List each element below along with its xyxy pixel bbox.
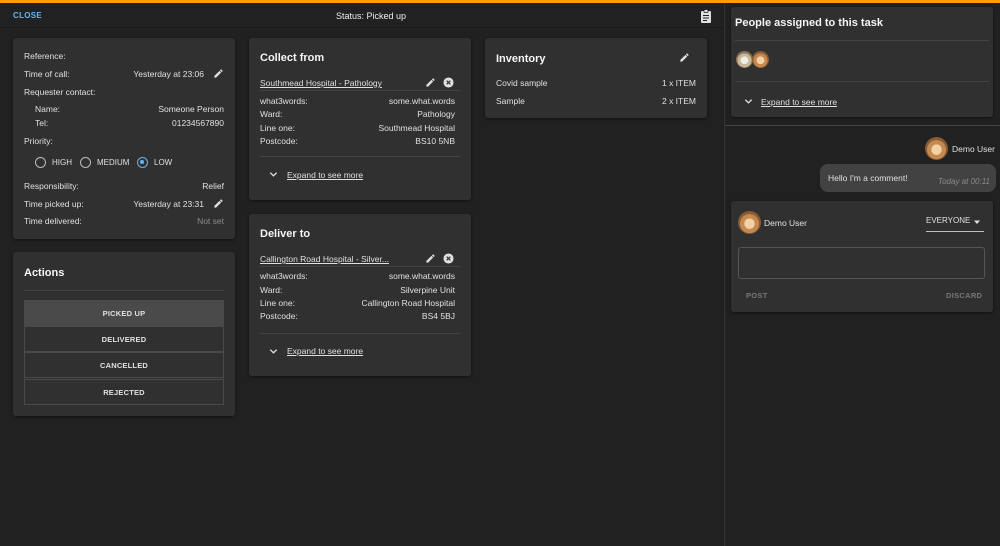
comment-timestamp: Today at 00:11 bbox=[937, 177, 990, 186]
visibility-underline bbox=[926, 231, 984, 232]
collect-postcode-value: BS10 5NB bbox=[415, 136, 455, 146]
name-label: Name: bbox=[35, 104, 61, 114]
priority-high-label: HIGH bbox=[52, 158, 72, 167]
collect-ward-value: Pathology bbox=[417, 109, 455, 119]
deliver-line-one-value: Callington Road Hospital bbox=[361, 298, 455, 308]
time-picked-up-label: Time picked up: bbox=[24, 199, 84, 209]
collect-ward-label: Ward: bbox=[260, 109, 283, 119]
inventory-item-qty: 1 x ITEM bbox=[661, 78, 696, 88]
details-card: Reference: Time of call: Yesterday at 23… bbox=[13, 38, 235, 239]
assigned-card: People assigned to this task Expand to s… bbox=[731, 7, 993, 117]
assignee-avatar[interactable] bbox=[752, 51, 769, 68]
discard-button[interactable]: DISCARD bbox=[946, 291, 982, 300]
cancelled-button[interactable]: CANCELLED bbox=[24, 352, 224, 378]
chevron-down-icon[interactable] bbox=[269, 170, 278, 179]
comment-author-name: Demo User bbox=[952, 144, 995, 154]
current-user-avatar bbox=[738, 211, 761, 234]
requester-contact-label: Requester contact: bbox=[24, 87, 96, 97]
edit-inventory-pencil-icon[interactable] bbox=[679, 52, 690, 63]
inventory-item-name: Sample bbox=[496, 96, 525, 106]
reference-label: Reference: bbox=[24, 51, 66, 61]
clipboard-icon[interactable] bbox=[700, 9, 712, 23]
responsibility-label: Responsibility: bbox=[24, 181, 79, 191]
deliver-postcode-label: Postcode: bbox=[260, 311, 298, 321]
deliver-to-card: Deliver to Callington Road Hospital - Si… bbox=[249, 214, 471, 376]
priority-low-radio[interactable] bbox=[137, 157, 148, 168]
collect-divider bbox=[260, 90, 460, 91]
edit-deliver-location-pencil-icon[interactable] bbox=[425, 253, 436, 264]
comment-input[interactable] bbox=[738, 247, 985, 279]
priority-high-radio[interactable] bbox=[35, 157, 46, 168]
actions-title: Actions bbox=[24, 267, 65, 279]
priority-label: Priority: bbox=[24, 136, 53, 146]
responsibility-value[interactable]: Relief bbox=[202, 180, 224, 192]
collect-w3w-value: some.what.words bbox=[388, 96, 455, 106]
deliver-expand-divider bbox=[260, 333, 460, 334]
collect-expand-divider bbox=[260, 156, 460, 157]
delivered-button[interactable]: DELIVERED bbox=[24, 326, 224, 352]
current-user-name: Demo User bbox=[764, 218, 807, 228]
inventory-title: Inventory bbox=[496, 53, 546, 65]
edit-time-picked-up-pencil-icon[interactable] bbox=[213, 198, 224, 209]
collect-from-card: Collect from Southmead Hospital - Pathol… bbox=[249, 38, 471, 200]
collect-postcode-label: Postcode: bbox=[260, 136, 298, 146]
deliver-divider bbox=[260, 266, 460, 267]
picked-up-button[interactable]: PICKED UP bbox=[24, 300, 224, 326]
dropdown-arrow-icon[interactable] bbox=[973, 218, 981, 226]
deliver-postcode-value: BS4 5BJ bbox=[421, 311, 455, 321]
assigned-divider bbox=[735, 40, 989, 41]
deliver-line-one-label: Line one: bbox=[260, 298, 295, 308]
actions-divider bbox=[24, 290, 224, 291]
deliver-w3w-label: what3words: bbox=[260, 271, 308, 281]
comment-author-avatar[interactable] bbox=[925, 137, 948, 160]
name-value: Someone Person bbox=[158, 104, 224, 114]
tel-value: 01234567890 bbox=[171, 118, 224, 128]
deliver-w3w-value: some.what.words bbox=[388, 271, 455, 281]
post-button[interactable]: POST bbox=[746, 291, 768, 300]
new-comment-card: Demo User EVERYONE POST DISCARD bbox=[731, 201, 993, 312]
inventory-item-name: Covid sample bbox=[496, 78, 548, 88]
assigned-expand-divider bbox=[735, 81, 989, 82]
time-delivered-label: Time delivered: bbox=[24, 216, 82, 226]
collect-from-title: Collect from bbox=[260, 52, 325, 64]
status-text: Status: Picked up bbox=[335, 11, 407, 21]
top-bar: CLOSE Status: Picked up bbox=[0, 3, 724, 28]
priority-low-label: LOW bbox=[154, 158, 173, 167]
right-panel-divider bbox=[725, 125, 1000, 126]
actions-card: Actions PICKED UP DELIVERED CANCELLED RE… bbox=[13, 252, 235, 416]
collect-expand-link[interactable]: Expand to see more bbox=[287, 169, 363, 181]
assignee-avatar[interactable] bbox=[736, 51, 753, 68]
collect-location-link[interactable]: Southmead Hospital - Pathology bbox=[260, 77, 382, 89]
priority-medium-radio[interactable] bbox=[80, 157, 91, 168]
priority-medium-label: MEDIUM bbox=[97, 158, 130, 167]
clear-deliver-location-close-icon[interactable] bbox=[443, 253, 454, 264]
deliver-to-title: Deliver to bbox=[260, 228, 311, 240]
deliver-ward-value: Silverpine Unit bbox=[400, 285, 455, 295]
time-of-call-label: Time of call: bbox=[24, 69, 70, 79]
chevron-down-icon[interactable] bbox=[269, 347, 278, 356]
deliver-expand-link[interactable]: Expand to see more bbox=[287, 345, 363, 357]
clear-collect-location-close-icon[interactable] bbox=[443, 77, 454, 88]
time-picked-up-value: Yesterday at 23:31 bbox=[133, 199, 204, 209]
deliver-ward-label: Ward: bbox=[260, 285, 283, 295]
edit-time-of-call-pencil-icon[interactable] bbox=[213, 68, 224, 79]
collect-line-one-value: Southmead Hospital bbox=[378, 123, 455, 133]
time-of-call-value: Yesterday at 23:06 bbox=[133, 69, 204, 79]
rejected-button[interactable]: REJECTED bbox=[24, 379, 224, 405]
edit-collect-location-pencil-icon[interactable] bbox=[425, 77, 436, 88]
right-panel: People assigned to this task Expand to s… bbox=[725, 3, 1000, 546]
assigned-expand-link[interactable]: Expand to see more bbox=[761, 96, 837, 108]
collect-line-one-label: Line one: bbox=[260, 123, 295, 133]
inventory-card: Inventory Covid sample 1 x ITEM Sample 2… bbox=[485, 38, 707, 118]
assigned-title: People assigned to this task bbox=[735, 17, 883, 29]
chevron-down-icon[interactable] bbox=[744, 97, 753, 106]
comment-text: Hello I'm a comment! bbox=[828, 173, 908, 183]
time-delivered-value: Not set bbox=[197, 216, 224, 226]
tel-label: Tel: bbox=[35, 118, 49, 128]
inventory-item-qty: 2 x ITEM bbox=[661, 96, 696, 106]
deliver-location-link[interactable]: Callington Road Hospital - Silver... bbox=[260, 253, 389, 265]
comment-bubble: Hello I'm a comment! Today at 00:11 bbox=[820, 164, 996, 192]
collect-w3w-label: what3words: bbox=[260, 96, 308, 106]
visibility-select[interactable]: EVERYONE bbox=[926, 215, 970, 227]
